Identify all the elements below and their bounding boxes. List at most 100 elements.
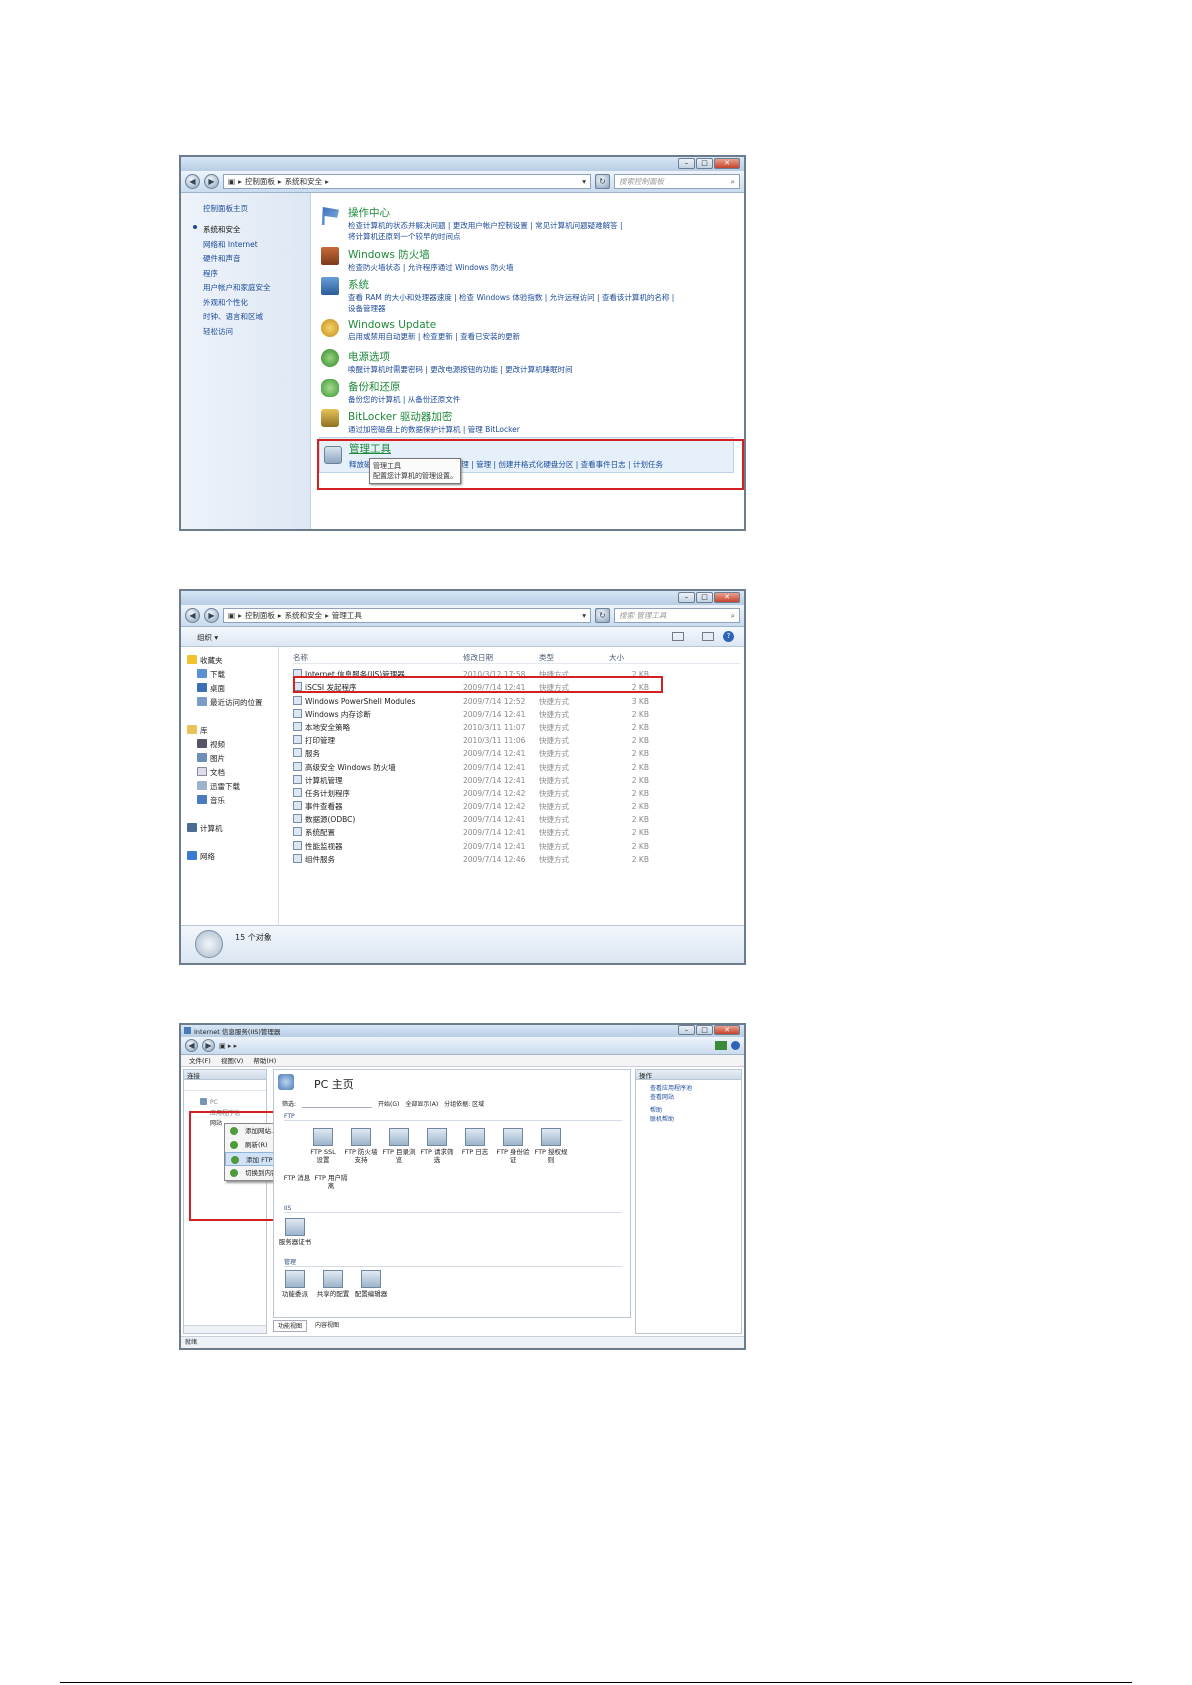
nav-home-link[interactable]: 控制面板主页 [203, 203, 248, 214]
address-input[interactable]: ▣ ▸ 控制面板 ▸ 系统和安全 ▸ ▾ [223, 174, 591, 189]
forward-button[interactable]: ▶ [204, 174, 219, 189]
back-button[interactable]: ◀ [185, 174, 200, 189]
group-title[interactable]: BitLocker 驱动器加密 [348, 409, 520, 424]
header-type[interactable]: 类型 [539, 651, 609, 664]
menu-view[interactable]: 视图(V) [221, 1055, 244, 1066]
breadcrumb-item[interactable]: 管理工具 [332, 610, 362, 621]
ftp-user-isolation[interactable]: FTP 用户隔离 [314, 1174, 348, 1190]
address-input[interactable]: ▣ ▸ 控制面板 ▸ 系统和安全 ▸ 管理工具 ▾ [223, 608, 591, 623]
forward-button[interactable]: ▶ [204, 608, 219, 623]
ftp-ssl-settings[interactable]: FTP SSL 设置 [306, 1128, 340, 1164]
nav-thunder-downloads[interactable]: 迅雷下载 [197, 781, 240, 792]
nav-libraries[interactable]: 库 [187, 725, 208, 736]
ftp-authorization-rules[interactable]: FTP 授权规则 [534, 1128, 568, 1164]
group-links[interactable]: 检查计算机的状态并解决问题 | 更改用户帐户控制设置 | 常见计算机问题疑难解答… [348, 220, 623, 231]
header-name[interactable]: 名称 [293, 651, 463, 664]
nav-item[interactable]: 硬件和声音 [203, 252, 271, 267]
group-links[interactable]: 设备管理器 [348, 303, 674, 314]
ftp-logging[interactable]: FTP 日志 [458, 1128, 492, 1156]
refresh-button[interactable]: ↻ [595, 608, 610, 623]
breadcrumb-item[interactable]: 系统和安全 [285, 610, 323, 621]
menu-help[interactable]: 帮助(H) [253, 1055, 276, 1066]
group-title[interactable]: 系统 [348, 277, 674, 292]
tab-features-view[interactable]: 功能视图 [273, 1320, 308, 1332]
group-links[interactable]: 唤醒计算机时需要密码 | 更改电源按钮的功能 | 更改计算机睡眠时间 [348, 364, 573, 375]
header-size[interactable]: 大小 [609, 651, 649, 664]
table-row[interactable]: 计算机管理 2009/7/14 12:41 快捷方式 2 KB [293, 774, 740, 787]
breadcrumb-item[interactable]: 控制面板 [245, 610, 275, 621]
table-row[interactable]: 服务 2009/7/14 12:41 快捷方式 2 KB [293, 747, 740, 760]
ftp-firewall-support[interactable]: FTP 防火墙支持 [344, 1128, 378, 1164]
group-title[interactable]: 备份和还原 [348, 379, 460, 394]
group-links[interactable]: 备份您的计算机 | 从备份还原文件 [348, 394, 460, 405]
connection-icon[interactable] [715, 1041, 727, 1050]
nav-desktop[interactable]: 桌面 [197, 683, 225, 694]
nav-item[interactable]: 轻松访问 [203, 325, 271, 340]
nav-item[interactable]: 时钟、语言和区域 [203, 310, 271, 325]
nav-computer[interactable]: 计算机 [187, 823, 223, 834]
table-row[interactable]: 组件服务 2009/7/14 12:46 快捷方式 2 KB [293, 853, 740, 866]
close-button[interactable]: ✕ [714, 592, 740, 603]
table-row[interactable]: 性能监视器 2009/7/14 12:41 快捷方式 2 KB [293, 840, 740, 853]
table-row[interactable]: 数据源(ODBC) 2009/7/14 12:41 快捷方式 2 KB [293, 813, 740, 826]
horizontal-scrollbar[interactable] [184, 1325, 266, 1333]
group-links[interactable]: 启用或禁用自动更新 | 检查更新 | 查看已安装的更新 [348, 331, 520, 342]
organize-button[interactable]: 组织 ▾ [197, 632, 218, 643]
forward-button[interactable]: ▶ [202, 1039, 215, 1052]
chevron-down-icon[interactable]: ▾ [582, 177, 586, 186]
nav-documents[interactable]: 文档 [197, 767, 225, 778]
nav-downloads[interactable]: 下载 [197, 669, 225, 680]
configuration-editor[interactable]: 配置编辑器 [354, 1270, 388, 1298]
help-icon[interactable] [731, 1041, 740, 1050]
group-links[interactable]: 查看 RAM 的大小和处理器速度 | 检查 Windows 体验指数 | 允许远… [348, 292, 674, 303]
tab-content-view[interactable]: 内容视图 [311, 1320, 343, 1332]
nav-item-current[interactable]: 系统和安全 [203, 223, 271, 238]
back-button[interactable]: ◀ [185, 608, 200, 623]
table-row[interactable]: Windows PowerShell Modules 2009/7/14 12:5… [293, 695, 740, 708]
ftp-authentication[interactable]: FTP 身份验证 [496, 1128, 530, 1164]
filter-input[interactable] [302, 1099, 373, 1108]
table-row[interactable]: 事件查看器 2009/7/14 12:42 快捷方式 2 KB [293, 800, 740, 813]
action-online-help[interactable]: 联机帮助 [650, 1115, 741, 1124]
table-row[interactable]: 任务计划程序 2009/7/14 12:42 快捷方式 2 KB [293, 787, 740, 800]
search-input[interactable]: 搜索控制面板 ⌕ [614, 174, 740, 189]
show-all-button[interactable]: 全部显示(A) [405, 1099, 438, 1108]
search-input[interactable]: 搜索 管理工具 ⌕ [614, 608, 740, 623]
nav-item[interactable]: 网络和 Internet [203, 238, 271, 253]
filter-go-button[interactable]: 开始(G) [378, 1099, 399, 1108]
server-certificates[interactable]: 服务器证书 [278, 1218, 312, 1246]
header-date[interactable]: 修改日期 [463, 651, 539, 664]
breadcrumb-item[interactable]: 系统和安全 [285, 176, 323, 187]
group-links[interactable]: 将计算机还原到一个较早的时间点 [348, 231, 623, 242]
table-row[interactable]: 打印管理 2010/3/11 11:06 快捷方式 2 KB [293, 734, 740, 747]
chevron-down-icon[interactable]: ▾ [582, 611, 586, 620]
action-view-app-pools[interactable]: 查看应用程序池 [650, 1084, 741, 1093]
nav-item[interactable]: 程序 [203, 267, 271, 282]
group-title[interactable]: Windows 防火墙 [348, 247, 514, 262]
group-links[interactable]: 通过加密磁盘上的数据保护计算机 | 管理 BitLocker [348, 424, 520, 435]
nav-pictures[interactable]: 图片 [197, 753, 225, 764]
breadcrumb-item[interactable]: 控制面板 [245, 176, 275, 187]
table-row[interactable]: 系统配置 2009/7/14 12:41 快捷方式 2 KB [293, 826, 740, 839]
feature-delegation[interactable]: 功能委派 [278, 1270, 312, 1298]
table-row[interactable]: Windows 内存诊断 2009/7/14 12:41 快捷方式 2 KB [293, 708, 740, 721]
menu-file[interactable]: 文件(F) [189, 1055, 211, 1066]
minimize-button[interactable]: – [678, 158, 695, 169]
nav-videos[interactable]: 视频 [197, 739, 225, 750]
ftp-request-filtering[interactable]: FTP 请求筛选 [420, 1128, 454, 1164]
group-links[interactable]: 检查防火墙状态 | 允许程序通过 Windows 防火墙 [348, 262, 514, 273]
preview-pane-icon[interactable] [702, 632, 714, 641]
shared-configuration[interactable]: 共享的配置 [316, 1270, 350, 1298]
close-button[interactable]: ✕ [714, 158, 740, 169]
nav-music[interactable]: 音乐 [197, 795, 225, 806]
table-row[interactable]: 本地安全策略 2010/3/11 11:07 快捷方式 2 KB [293, 721, 740, 734]
maximize-button[interactable]: □ [696, 1025, 713, 1035]
nav-item[interactable]: 外观和个性化 [203, 296, 271, 311]
ftp-messages[interactable]: FTP 消息 [280, 1174, 314, 1182]
nav-item[interactable]: 用户帐户和家庭安全 [203, 281, 271, 296]
ftp-directory-browsing[interactable]: FTP 目录浏览 [382, 1128, 416, 1164]
action-help[interactable]: 帮助 [650, 1106, 741, 1115]
minimize-button[interactable]: – [678, 1025, 695, 1035]
nav-network[interactable]: 网络 [187, 851, 215, 862]
view-options-icon[interactable] [672, 632, 684, 641]
